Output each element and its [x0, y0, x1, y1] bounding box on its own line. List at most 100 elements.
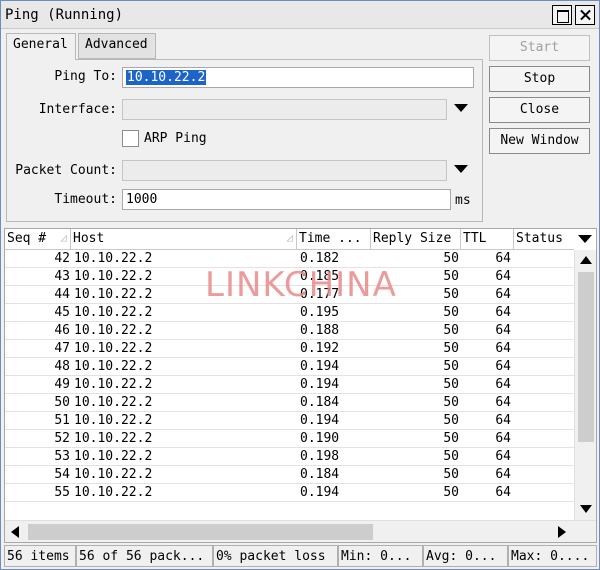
cell-seq: 51: [54, 413, 70, 428]
table-row[interactable]: 50 10.10.22.2 0.184 50 64: [5, 394, 574, 412]
cell-ttl: 64: [495, 287, 511, 302]
column-header-time[interactable]: Time ...: [297, 229, 371, 250]
cell-size: 50: [443, 395, 459, 410]
cell-seq: 45: [54, 305, 70, 320]
status-bar: 56 items 56 of 56 pack... 0% packet loss…: [4, 545, 597, 567]
arrow-right-icon[interactable]: [558, 526, 566, 538]
status-packets: 56 of 56 pack...: [76, 545, 213, 567]
cell-ttl: 64: [495, 305, 511, 320]
table-row[interactable]: 54 10.10.22.2 0.184 50 64: [5, 466, 574, 484]
table-row[interactable]: 46 10.10.22.2 0.188 50 64: [5, 322, 574, 340]
title-bar[interactable]: Ping (Running): [1, 1, 599, 29]
arp-ping-checkbox[interactable]: [122, 130, 139, 147]
tab-general[interactable]: General: [6, 33, 76, 60]
interface-select[interactable]: [122, 99, 447, 120]
cell-host: 10.10.22.2: [74, 377, 153, 392]
horizontal-scrollbar[interactable]: [5, 520, 596, 542]
table-header: Seq # ◿ Host ◿ Time ... Reply Size TTL Sta…: [5, 229, 596, 250]
cell-ttl: 64: [495, 323, 511, 338]
cell-size: 50: [443, 377, 459, 392]
table-row[interactable]: 45 10.10.22.2 0.195 50 64: [5, 304, 574, 322]
cell-seq: 52: [54, 431, 70, 446]
cell-seq: 53: [54, 449, 70, 464]
chevron-down-icon[interactable]: [574, 229, 596, 250]
cell-ttl: 64: [495, 413, 511, 428]
cell-time: 0.194: [300, 413, 340, 428]
results-table: Seq # ◿ Host ◿ Time ... Reply Size TTL Sta…: [4, 228, 597, 543]
cell-ttl: 64: [495, 395, 511, 410]
status-item-count: 56 items: [4, 545, 76, 567]
cell-host: 10.10.22.2: [74, 467, 153, 482]
column-header-ttl[interactable]: TTL: [461, 229, 514, 250]
cell-ttl: 64: [495, 269, 511, 284]
cell-size: 50: [443, 413, 459, 428]
sort-icon: ◿: [286, 231, 293, 244]
chevron-down-icon[interactable]: [454, 165, 468, 173]
packet-count-select[interactable]: [122, 160, 447, 181]
arrow-down-icon[interactable]: [580, 505, 592, 513]
column-header-seq[interactable]: Seq # ◿: [5, 229, 71, 250]
column-header-reply-size[interactable]: Reply Size: [371, 229, 461, 250]
column-header-status[interactable]: Status: [514, 229, 574, 250]
chevron-down-icon[interactable]: [454, 104, 468, 112]
table-row[interactable]: 53 10.10.22.2 0.198 50 64: [5, 448, 574, 466]
cell-time: 0.184: [300, 467, 340, 482]
cell-time: 0.194: [300, 377, 340, 392]
cell-seq: 55: [54, 485, 70, 500]
column-header-host[interactable]: Host ◿: [71, 229, 297, 250]
arrow-left-icon[interactable]: [11, 526, 19, 538]
cell-host: 10.10.22.2: [74, 269, 153, 284]
cell-time: 0.192: [300, 341, 340, 356]
arrow-up-icon[interactable]: [580, 256, 592, 264]
stop-button[interactable]: Stop: [489, 66, 590, 92]
timeout-label: Timeout:: [54, 192, 117, 207]
packet-count-label: Packet Count:: [15, 163, 117, 178]
cell-host: 10.10.22.2: [74, 431, 153, 446]
maximize-icon[interactable]: [552, 5, 572, 25]
cell-seq: 49: [54, 377, 70, 392]
vertical-scrollbar[interactable]: [574, 250, 596, 520]
horizontal-scroll-thumb[interactable]: [28, 524, 373, 540]
window-title: Ping (Running): [5, 7, 124, 23]
timeout-field[interactable]: 1000: [122, 189, 451, 210]
cell-seq: 48: [54, 359, 70, 374]
cell-seq: 54: [54, 467, 70, 482]
cell-seq: 43: [54, 269, 70, 284]
cell-seq: 44: [54, 287, 70, 302]
cell-size: 50: [443, 449, 459, 464]
timeout-unit: ms: [455, 193, 471, 208]
cell-size: 50: [443, 467, 459, 482]
cell-host: 10.10.22.2: [74, 341, 153, 356]
sort-icon: ◿: [60, 231, 67, 244]
close-button[interactable]: Close: [489, 97, 590, 123]
table-row[interactable]: 47 10.10.22.2 0.192 50 64: [5, 340, 574, 358]
ping-to-field[interactable]: 10.10.22.2: [122, 67, 474, 88]
table-row[interactable]: 48 10.10.22.2 0.194 50 64: [5, 358, 574, 376]
cell-time: 0.198: [300, 449, 340, 464]
cell-size: 50: [443, 305, 459, 320]
new-window-button[interactable]: New Window: [489, 128, 590, 154]
table-row[interactable]: 49 10.10.22.2 0.194 50 64: [5, 376, 574, 394]
cell-ttl: 64: [495, 359, 511, 374]
vertical-scroll-thumb[interactable]: [578, 272, 594, 442]
cell-host: 10.10.22.2: [74, 449, 153, 464]
table-row[interactable]: 55 10.10.22.2 0.194 50 64: [5, 484, 574, 502]
start-button[interactable]: Start: [489, 35, 590, 61]
cell-size: 50: [443, 341, 459, 356]
cell-size: 50: [443, 431, 459, 446]
ping-to-label: Ping To:: [54, 69, 117, 84]
cell-host: 10.10.22.2: [74, 359, 153, 374]
cell-host: 10.10.22.2: [74, 251, 153, 266]
cell-ttl: 64: [495, 251, 511, 266]
table-row[interactable]: 51 10.10.22.2 0.194 50 64: [5, 412, 574, 430]
cell-ttl: 64: [495, 449, 511, 464]
cell-seq: 42: [54, 251, 70, 266]
table-row[interactable]: 52 10.10.22.2 0.190 50 64: [5, 430, 574, 448]
interface-label: Interface:: [38, 102, 117, 117]
ping-to-value: 10.10.22.2: [126, 70, 207, 85]
close-icon[interactable]: [575, 5, 595, 25]
tab-advanced[interactable]: Advanced: [78, 33, 156, 59]
cell-time: 0.190: [300, 431, 340, 446]
cell-ttl: 64: [495, 377, 511, 392]
cell-host: 10.10.22.2: [74, 305, 153, 320]
